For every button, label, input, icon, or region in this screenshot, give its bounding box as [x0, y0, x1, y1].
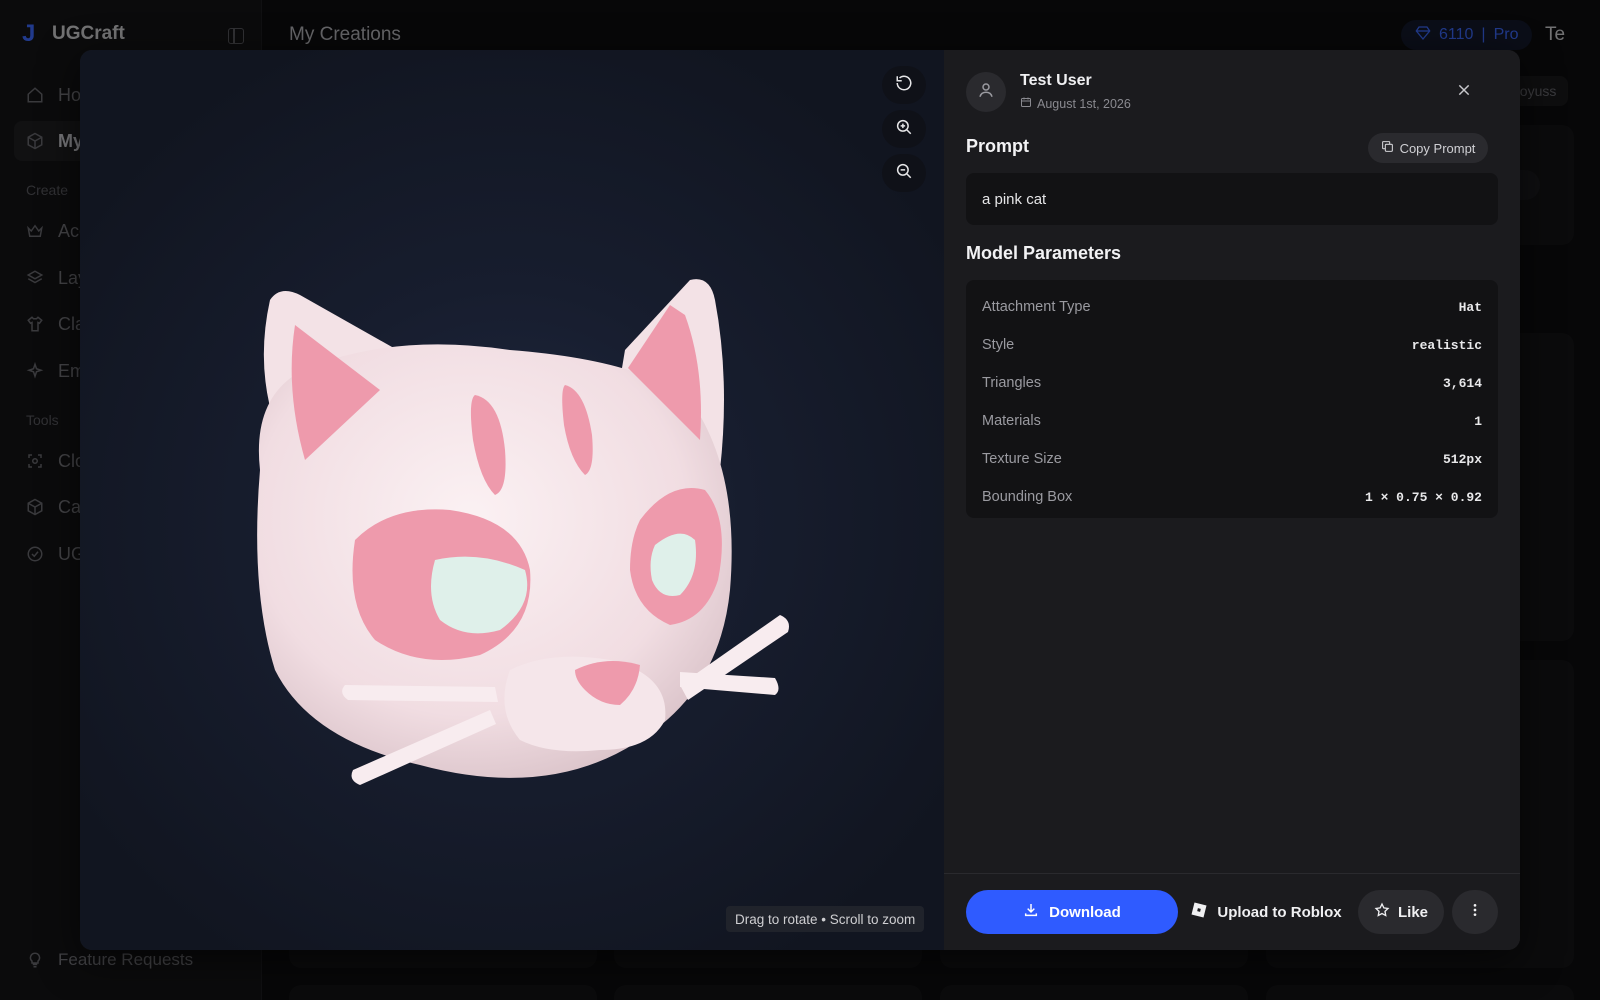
param-value: 1 × 0.75 × 0.92 [1364, 489, 1482, 505]
reset-icon [895, 74, 913, 97]
param-row: Triangles 3,614 [982, 364, 1482, 402]
user-name[interactable]: Test User [1020, 72, 1092, 90]
param-row: Materials 1 [982, 402, 1482, 440]
close-button[interactable] [1454, 82, 1474, 102]
download-label: Download [1049, 903, 1121, 921]
divider [944, 873, 1520, 874]
model-parameters-table: Attachment Type Hat Style realistic Tria… [966, 280, 1498, 518]
model-viewer[interactable]: Drag to rotate • Scroll to zoom [80, 50, 944, 950]
like-label: Like [1397, 903, 1428, 921]
param-row: Attachment Type Hat [982, 288, 1482, 326]
viewer-hint: Drag to rotate • Scroll to zoom [726, 906, 925, 932]
param-value: realistic [1411, 337, 1482, 353]
param-label: Texture Size [982, 451, 1062, 467]
date-text: August 1st, 2026 [1037, 96, 1131, 111]
copy-icon [1381, 140, 1394, 156]
param-row: Style realistic [982, 326, 1482, 364]
param-label: Style [982, 337, 1015, 353]
param-value: 3,614 [1442, 375, 1482, 391]
param-label: Bounding Box [982, 489, 1073, 505]
user-avatar[interactable] [966, 72, 1006, 112]
more-vertical-icon [1467, 902, 1483, 923]
prompt-text: a pink cat [966, 173, 1498, 225]
zoom-out-button[interactable] [882, 154, 926, 192]
param-label: Attachment Type [982, 299, 1091, 315]
download-icon [1023, 902, 1039, 922]
upload-label: Upload to Roblox [1217, 903, 1342, 921]
param-label: Triangles [982, 375, 1042, 391]
like-button[interactable]: Like [1358, 890, 1444, 934]
param-row: Texture Size 512px [982, 440, 1482, 478]
user-icon [977, 81, 995, 104]
roblox-icon [1190, 901, 1208, 923]
cat-hat-model [257, 279, 789, 785]
creation-date: August 1st, 2026 [1020, 96, 1131, 111]
more-options-button[interactable] [1452, 890, 1498, 934]
zoom-in-button[interactable] [882, 110, 926, 148]
download-button[interactable]: Download [966, 890, 1178, 934]
zoom-out-icon [895, 162, 913, 185]
param-label: Materials [982, 413, 1041, 429]
upload-to-roblox-button[interactable]: Upload to Roblox [1182, 890, 1350, 934]
creation-detail-modal: Drag to rotate • Scroll to zoom Test Use… [80, 50, 1520, 950]
param-value: Hat [1458, 299, 1482, 315]
param-value: 1 [1474, 413, 1482, 429]
reset-view-button[interactable] [882, 66, 926, 104]
prompt-heading: Prompt [966, 136, 1029, 156]
zoom-in-icon [895, 118, 913, 141]
copy-prompt-label: Copy Prompt [1399, 140, 1476, 156]
calendar-icon [1020, 96, 1032, 111]
model-parameters-heading: Model Parameters [966, 243, 1122, 263]
star-icon [1374, 902, 1390, 922]
copy-prompt-button[interactable]: Copy Prompt [1368, 133, 1488, 163]
param-value: 512px [1442, 451, 1482, 467]
param-row: Bounding Box 1 × 0.75 × 0.92 [982, 478, 1482, 516]
details-panel: Test User August 1st, 2026 Prompt Copy P… [944, 50, 1520, 950]
close-icon [1456, 82, 1472, 103]
